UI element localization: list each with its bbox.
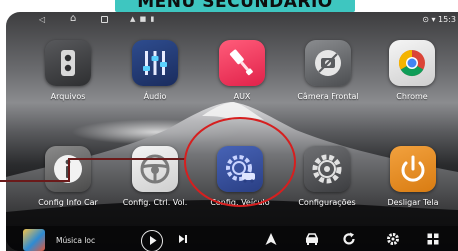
aux-cable-icon [219,40,265,86]
settings-icon[interactable] [385,229,401,251]
app-audio[interactable]: Áudio [115,40,195,101]
next-icon[interactable] [176,229,190,251]
navigation-icon[interactable] [263,229,279,251]
file-manager-icon [45,40,91,86]
app-aux[interactable]: AUX [202,40,282,101]
app-arquivos[interactable]: Arquivos [28,40,108,101]
status-right: ⊙ ▾ 15:3 [422,15,456,24]
highlight-ring [184,117,296,207]
app-config-ctrl-vol[interactable]: Config. Ctrl. Vol. [115,146,195,207]
location-icon: ⊙ [422,15,429,24]
status-bar: ◁ ⌂ ▲ ■ ▮ ⊙ ▾ 15:3 [6,12,458,28]
app-camera-frontal[interactable]: Câmera Frontal [288,40,368,101]
screenshot-stage: MENU SECUNDÁRIO ◁ ⌂ ▲ ■ ▮ ⊙ ▾ 15:3 Arqui… [0,0,458,251]
app-label: Config Info Car [38,198,98,207]
app-configuracoes[interactable]: Configurações [287,146,367,207]
car-icon[interactable] [303,229,321,251]
clock: 15:3 [438,15,456,24]
wifi-icon: ▾ [431,15,436,24]
app-label: Desligar Tela [387,198,439,207]
camera-icon [305,40,351,86]
app-chrome[interactable]: Chrome [372,40,452,101]
recents-icon[interactable] [101,16,108,23]
play-icon[interactable] [141,230,163,251]
annotation-pointer [0,180,70,182]
power-icon [390,146,436,192]
apps-grid-icon[interactable] [425,229,441,251]
annotation-pointer [68,158,70,182]
app-label: Câmera Frontal [297,92,359,101]
section-banner: MENU SECUNDÁRIO [115,0,355,12]
notification-icons: ▲ ■ ▮ [130,15,156,23]
app-label: Arquivos [50,92,86,101]
app-desligar-tela[interactable]: Desligar Tela [373,146,453,207]
app-label: AUX [233,92,251,101]
steering-wheel-icon [132,146,178,192]
album-art[interactable] [23,229,45,251]
app-label: Config. Ctrl. Vol. [122,198,188,207]
home-icon[interactable]: ⌂ [70,13,76,24]
banner-title: MENU SECUNDÁRIO [137,0,333,12]
equalizer-icon [132,40,178,86]
music-title[interactable]: Música loc [56,236,95,245]
annotation-pointer [68,158,186,160]
bottom-dock: Música loc [6,226,458,251]
app-label: Áudio [143,92,167,101]
back-icon[interactable]: ◁ [39,15,45,24]
refresh-icon[interactable] [341,229,357,251]
app-label: Chrome [396,92,428,101]
chrome-icon [389,40,435,86]
gear-icon [304,146,350,192]
app-label: Configurações [298,198,356,207]
